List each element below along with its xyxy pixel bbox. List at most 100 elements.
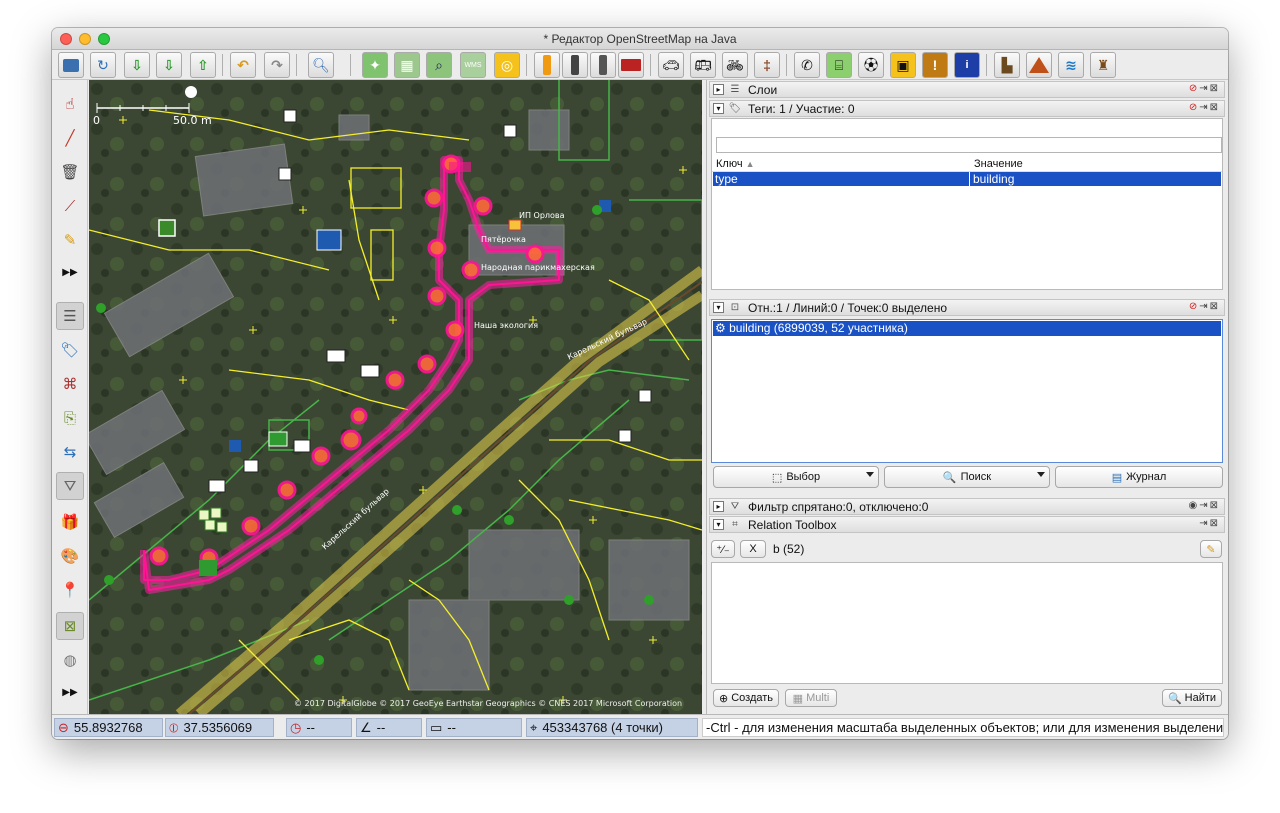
panel-controls[interactable]: ⇥⊠ [1199, 518, 1220, 529]
panel-controls[interactable]: ◉⇥⊠ [1189, 500, 1220, 511]
panel-controls[interactable]: ⊘⇥⊠ [1189, 83, 1220, 94]
delete-tool-icon[interactable]: 🗑 [56, 158, 84, 186]
create-button[interactable]: ⊕ Создать [713, 689, 779, 707]
select-button[interactable]: ⬚ Выбор [713, 466, 879, 488]
castle-icon[interactable]: ♜ [1090, 52, 1116, 78]
layers-toggle-icon[interactable]: ☰ [56, 302, 84, 330]
conflicts-toggle-icon[interactable]: ⇆ [56, 438, 84, 466]
collapse-icon[interactable]: ▾ [713, 519, 724, 530]
key-column-header[interactable]: Ключ ▲ [716, 158, 755, 170]
sort-icon: ⁺⁄₋ [716, 543, 730, 556]
phone-icon[interactable]: ✆ [794, 52, 820, 78]
download-icon[interactable]: ⇩ [124, 52, 150, 78]
sport-field-icon[interactable]: ⌸ [826, 52, 852, 78]
collapse-icon[interactable]: ▾ [713, 302, 724, 313]
bicycle-icon[interactable]: 🚲︎ [722, 52, 748, 78]
download-along-icon[interactable]: ⇩ [156, 52, 182, 78]
multi-button[interactable]: ▦ Multi [785, 689, 837, 707]
find-button[interactable]: 🔍 Найти [1162, 689, 1222, 707]
distance-field: ▭ -- [426, 718, 522, 737]
signal-icon[interactable] [590, 52, 616, 78]
map-canvas[interactable]: Пятёрочка Народная парикмахерская Карель… [89, 80, 702, 714]
map-view[interactable]: Пятёрочка Народная парикмахерская Карель… [89, 80, 702, 714]
pencil-tool-icon[interactable]: ✎ [56, 226, 84, 254]
traffic-signals-icon[interactable] [534, 52, 560, 78]
open-icon[interactable] [58, 52, 84, 78]
close-window-button[interactable] [60, 33, 72, 45]
tags-panel-header[interactable]: ▾ 🏷 Теги: 1 / Участие: 0 ⊘⇥⊠ [709, 100, 1225, 117]
information-icon[interactable]: i [954, 52, 980, 78]
validator-toggle-icon[interactable]: ⊠ [56, 612, 84, 640]
clear-relation-button[interactable]: X [740, 540, 766, 558]
redo-icon[interactable]: ↷ [264, 52, 290, 78]
window-title: * Редактор OpenStreetMap на Java [543, 32, 737, 46]
zoom-slider-knob[interactable] [185, 86, 197, 98]
more-dialogs-icon[interactable]: ▶▶ [56, 678, 84, 706]
shop-icon[interactable]: ▣ [890, 52, 916, 78]
imagery-icon[interactable]: ▦ [394, 52, 420, 78]
select-tool-icon[interactable]: ☝ [56, 90, 84, 118]
label-barber: Народная парикмахерская [481, 263, 595, 272]
tms-icon[interactable]: WMS [460, 52, 486, 78]
water-icon[interactable]: ≋ [1058, 52, 1084, 78]
table-row[interactable]: type building [713, 172, 1221, 186]
relations-toggle-icon[interactable]: ⌘ [56, 370, 84, 398]
mappaint-toggle-icon[interactable]: 🎨 [56, 542, 84, 570]
layers-panel-header[interactable]: ▸ ☰ Слои ⊘⇥⊠ [709, 81, 1225, 98]
parallel-tool-icon[interactable]: ⟋ [56, 192, 84, 220]
bus-icon[interactable]: 🚌︎ [690, 52, 716, 78]
barrier-wall-icon[interactable] [618, 52, 644, 78]
railway-icon[interactable]: ‡ [754, 52, 780, 78]
industrial-icon[interactable]: ▙ [994, 52, 1020, 78]
value-column-header[interactable]: Значение [974, 158, 1023, 170]
football-icon[interactable]: ⚽︎ [858, 52, 884, 78]
expand-icon[interactable]: ▸ [713, 501, 724, 512]
panel-controls[interactable]: ⊘⇥⊠ [1189, 102, 1220, 113]
relation-toolbox-header[interactable]: ▾ ⌗ Relation Toolbox ⇥⊠ [709, 516, 1225, 533]
notes-toggle-icon[interactable]: 📍 [56, 576, 84, 604]
warning-icon[interactable]: ! [922, 52, 948, 78]
collapse-icon[interactable]: ▾ [713, 103, 724, 114]
commands-toggle-icon[interactable]: ⎘ [56, 404, 84, 432]
tag-filter-input[interactable] [716, 137, 1222, 153]
tags-toggle-icon[interactable]: 🏷 [56, 336, 84, 364]
dropdown-arrow-icon[interactable] [1037, 472, 1045, 477]
upload-icon[interactable]: ⇧ [190, 52, 216, 78]
open-location-icon[interactable]: ↻ [90, 52, 116, 78]
filter-toggle-icon[interactable]: ⛛ [56, 472, 84, 500]
multi-icon: ▦ [792, 692, 804, 705]
history-button[interactable]: ▤ Журнал [1055, 466, 1223, 488]
list-item[interactable]: ⚙ building (6899039, 52 участника) [713, 321, 1221, 336]
railway-crossing-icon[interactable] [562, 52, 588, 78]
minimize-window-button[interactable] [79, 33, 91, 45]
peak-icon[interactable] [1026, 52, 1052, 78]
maximize-window-button[interactable] [98, 33, 110, 45]
layers-title: Слои [748, 82, 778, 97]
label-ip-orlova: ИП Орлова [519, 211, 565, 220]
more-tools-icon[interactable]: ▶▶ [56, 258, 84, 286]
expand-icon[interactable]: ▸ [713, 84, 724, 95]
search-button[interactable]: 🔍 Поиск [884, 466, 1050, 488]
preferences-icon[interactable]: 🔍︎ [308, 52, 334, 78]
tags-panel-body: Ключ ▲ Значение type building [711, 118, 1223, 290]
title-bar: * Редактор OpenStreetMap на Java [52, 28, 1228, 50]
create-icon: ⊕ [718, 692, 729, 705]
edit-relation-button[interactable]: ✎ [1200, 540, 1222, 558]
filter-panel-header[interactable]: ▸ ⛛ Фильтр спрятано:0, отключено:0 ◉⇥⊠ [709, 498, 1225, 515]
dropdown-arrow-icon[interactable] [866, 472, 874, 477]
reload-icon[interactable]: ◎ [494, 52, 520, 78]
wireframe-icon[interactable]: ✦ [362, 52, 388, 78]
label-pyaterochka: Пятёрочка [481, 235, 526, 244]
presets-toggle-icon[interactable]: 🎁 [56, 508, 84, 536]
undo-icon[interactable]: ↶ [230, 52, 256, 78]
angle-icon: ∠ [360, 719, 372, 735]
selection-panel-header[interactable]: ▾ ⊡ Отн.:1 / Линий:0 / Точек:0 выделено … [709, 299, 1225, 316]
tag-value-cell: building [969, 172, 1014, 186]
zoom-icon[interactable]: ⌕ [426, 52, 452, 78]
car-icon[interactable]: 🚗︎ [658, 52, 684, 78]
relation-options-button[interactable]: ⁺⁄₋ [711, 540, 735, 558]
panel-controls[interactable]: ⊘⇥⊠ [1189, 301, 1220, 312]
draw-tool-icon[interactable]: ╱ [56, 124, 84, 152]
latitude-field: ⊖ 55.8932768 [54, 718, 163, 737]
imagery-toggle-icon[interactable]: ◍ [56, 646, 84, 674]
